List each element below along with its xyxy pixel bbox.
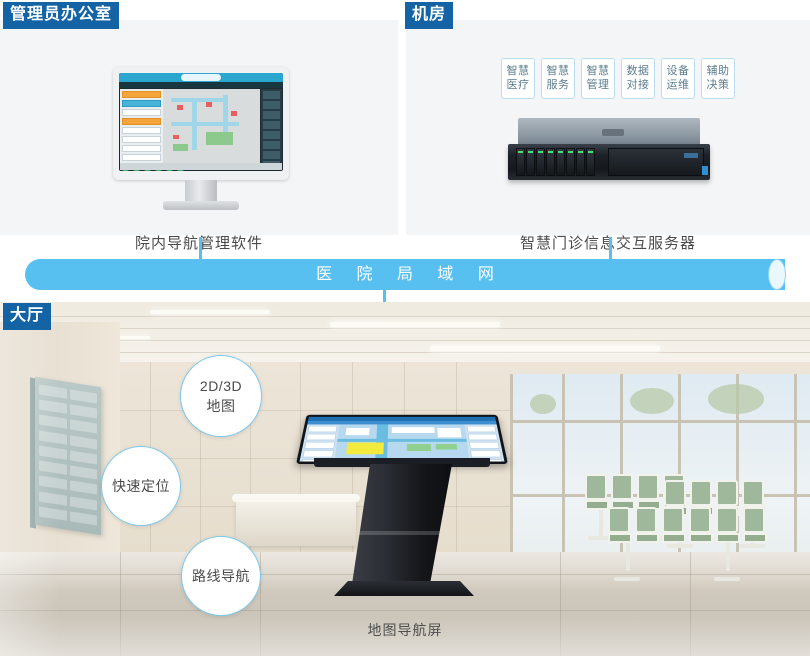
tag-decision-support[interactable]: 辅助 决策 [701, 58, 735, 99]
kiosk-ui-left-list [299, 424, 340, 462]
tag-line-1: 数据 [626, 65, 650, 77]
tag-device-ops[interactable]: 设备 运维 [661, 58, 695, 99]
map-app-right-sidebar [260, 89, 282, 169]
map-app-statusbar [120, 163, 282, 171]
monitor-body [113, 67, 289, 180]
monitor-stand-neck [185, 180, 217, 202]
desktop-monitor-icon [113, 67, 289, 217]
map-app-subbar [119, 82, 283, 88]
hospital-lan-bar: 医 院 局 域 网 [25, 259, 786, 290]
tag-line-1: 设备 [666, 65, 690, 77]
tag-line-2: 医疗 [506, 79, 530, 91]
tag-data-integration[interactable]: 数据 对接 [621, 58, 655, 99]
photo-left-fade [0, 302, 60, 656]
tag-line-2: 对接 [626, 79, 650, 91]
connector-lan-to-hall [383, 290, 386, 302]
kiosk-screen-ui [299, 416, 505, 462]
tag-line-2: 运维 [666, 79, 690, 91]
feature-label-line-1: 2D/3D [199, 378, 243, 394]
tag-line-2: 决策 [706, 79, 730, 91]
section-label-hall: 大厅 [3, 303, 52, 330]
feature-label-line-1: 快速定位 [112, 478, 170, 494]
server-drive-bays [516, 148, 595, 176]
hospital-lan-label: 医 院 局 域 网 [316, 266, 504, 283]
server-front-panel [508, 144, 710, 180]
section-label-machine-room: 机房 [405, 2, 454, 29]
tag-line-1: 智慧 [506, 65, 530, 77]
map-app-floorplan [163, 89, 261, 163]
admin-office-panel: 院内导航管理软件 [0, 20, 398, 252]
monitor-stand-base [163, 201, 239, 210]
monitor-screen [119, 73, 283, 171]
hall-caption: 地图导航屏 [367, 622, 443, 638]
tag-smart-medical[interactable]: 智慧 医疗 [501, 58, 535, 99]
capability-tag-row: 智慧 医疗 智慧 服务 智慧 管理 数据 对接 设备 运维 辅助 决策 [501, 58, 735, 99]
kiosk-ui-map [334, 424, 470, 462]
tag-line-2: 服务 [546, 79, 570, 91]
machine-room-caption: 智慧门诊信息交互服务器 [519, 235, 696, 252]
feature-label-line-1: 路线导航 [192, 568, 250, 584]
tag-smart-management[interactable]: 智慧 管理 [581, 58, 615, 99]
feature-label-line-2: 地图 [206, 398, 236, 414]
tag-line-1: 智慧 [546, 65, 570, 77]
tag-line-2: 管理 [586, 79, 610, 91]
server-power-led-icon [702, 166, 708, 175]
section-label-admin-office: 管理员办公室 [3, 2, 120, 29]
lan-bar-end-cap [768, 259, 786, 290]
tag-line-1: 智慧 [586, 65, 610, 77]
feature-circle-2d3d-map[interactable]: 2D/3D 地图 [180, 355, 262, 437]
map-app-left-sidebar [120, 89, 163, 170]
kiosk-ui-right-list [464, 424, 505, 462]
tag-smart-service[interactable]: 智慧 服务 [541, 58, 575, 99]
window-wall [510, 374, 810, 559]
rack-server-icon [508, 118, 710, 186]
server-right-module [608, 148, 704, 176]
kiosk-touchscreen[interactable] [296, 414, 508, 464]
map-app-topbar [119, 73, 283, 82]
kiosk-column [352, 464, 452, 584]
tag-line-1: 辅助 [706, 65, 730, 77]
feature-circle-route-navigation[interactable]: 路线导航 [181, 536, 261, 616]
kiosk-base [334, 581, 474, 596]
feature-circle-quick-positioning[interactable]: 快速定位 [101, 446, 181, 526]
map-navigation-kiosk[interactable] [296, 398, 508, 603]
diagram-root: 院内导航管理软件 智慧 医疗 智慧 服务 智慧 管理 数据 对接 设备 运维 辅… [0, 0, 810, 656]
